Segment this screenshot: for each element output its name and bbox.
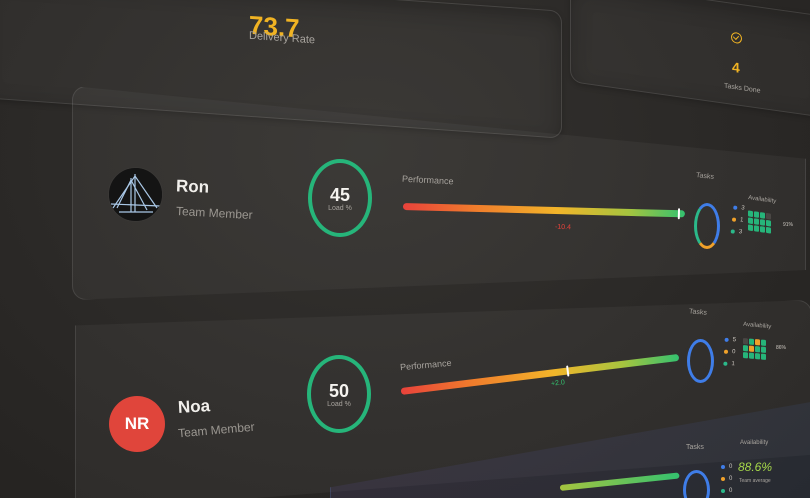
legend-count: 5 [732, 337, 737, 344]
avatar[interactable] [108, 167, 163, 222]
availability-cell [755, 353, 760, 360]
legend-item: 5 [724, 334, 736, 347]
availability-cell [761, 346, 766, 354]
legend-count: 1 [739, 217, 744, 224]
legend-count: 3 [738, 229, 743, 236]
availability-cell [760, 212, 765, 219]
availability-cell [743, 351, 748, 359]
legend-item: 0 [721, 473, 732, 485]
availability-cell [749, 352, 754, 359]
orange-dot-icon [721, 477, 725, 481]
availability-cell [761, 353, 766, 361]
member-name: Noa [177, 396, 211, 417]
availability-cell [749, 338, 754, 345]
availability-percent: 86% [776, 345, 787, 351]
performance-delta: +2.0 [550, 379, 566, 388]
tasks-label: Tasks [688, 308, 708, 317]
blue-dot-icon [724, 337, 729, 342]
availability-cell [760, 219, 765, 226]
legend-item: 0 [721, 485, 732, 497]
availability-cell [754, 218, 759, 225]
load-value: 50 [328, 380, 350, 401]
availability-cell [748, 224, 753, 232]
legend-item: 0 [721, 461, 732, 473]
availability-cell [761, 339, 766, 347]
load-value: 45 [329, 184, 351, 205]
team-availability-percent: 88.6% [738, 460, 773, 474]
legend-count: 0 [729, 488, 733, 494]
legend-item: 3 [730, 225, 743, 238]
availability-cell [743, 344, 748, 352]
availability-grid [748, 210, 771, 234]
orange-dot-icon [723, 349, 729, 354]
tasks-donut[interactable] [694, 203, 720, 249]
load-ring: 50 Load % [307, 355, 371, 433]
load-label: Load % [327, 400, 351, 408]
tasks-legend: 5 0 1 [723, 334, 736, 371]
team-availability-label: Team average [739, 478, 771, 484]
tasks-done-label: Tasks Done [724, 82, 761, 95]
availability-cell [754, 211, 759, 218]
availability-label: Availability [740, 440, 769, 446]
availability-cell [755, 339, 760, 346]
avatar-initials: NR [124, 414, 150, 433]
legend-count: 0 [729, 464, 733, 470]
performance-marker [566, 365, 570, 377]
availability-cell [748, 210, 753, 218]
availability-grid [743, 337, 766, 361]
avatar[interactable]: NR [109, 396, 165, 452]
orange-dot-icon [731, 217, 737, 222]
legend-count: 0 [729, 476, 733, 482]
member-name: Ron [175, 176, 210, 197]
availability-cell [760, 226, 765, 233]
availability-cell [743, 337, 748, 345]
availability-percent: 91% [783, 222, 794, 228]
green-dot-icon [730, 229, 735, 234]
tasks-done-value: 4 [732, 58, 740, 76]
availability-cell [766, 226, 771, 234]
availability-cell [766, 219, 771, 227]
tasks-legend: 0 0 0 [721, 461, 732, 497]
green-dot-icon [721, 489, 725, 493]
load-ring: 45 Load % [308, 159, 372, 237]
delivery-rate-label: Delivery Rate [249, 29, 316, 47]
load-label: Load % [328, 204, 352, 212]
legend-count: 3 [740, 205, 745, 212]
legend-count: 0 [731, 349, 736, 356]
availability-cell [766, 212, 771, 220]
tasks-label: Tasks [686, 444, 704, 451]
tasks-donut[interactable] [687, 339, 714, 383]
availability-cell [749, 345, 754, 352]
check-circle-icon [731, 31, 742, 45]
green-dot-icon [723, 361, 728, 366]
tasks-done-card: 4 Tasks Done [570, 0, 810, 119]
legend-item: 0 [723, 346, 736, 359]
legend-count: 1 [731, 361, 735, 368]
blue-dot-icon [721, 465, 725, 469]
bridge-photo-icon [109, 168, 162, 221]
performance-delta: -10.4 [554, 223, 572, 232]
availability-cell [754, 225, 759, 232]
availability-cell [748, 217, 753, 225]
legend-item: 1 [723, 358, 735, 371]
availability-cell [755, 346, 760, 353]
blue-dot-icon [733, 205, 738, 210]
dashboard-stage: 73.7 Delivery Rate 4 Tasks Done Ron Team… [0, 0, 810, 498]
